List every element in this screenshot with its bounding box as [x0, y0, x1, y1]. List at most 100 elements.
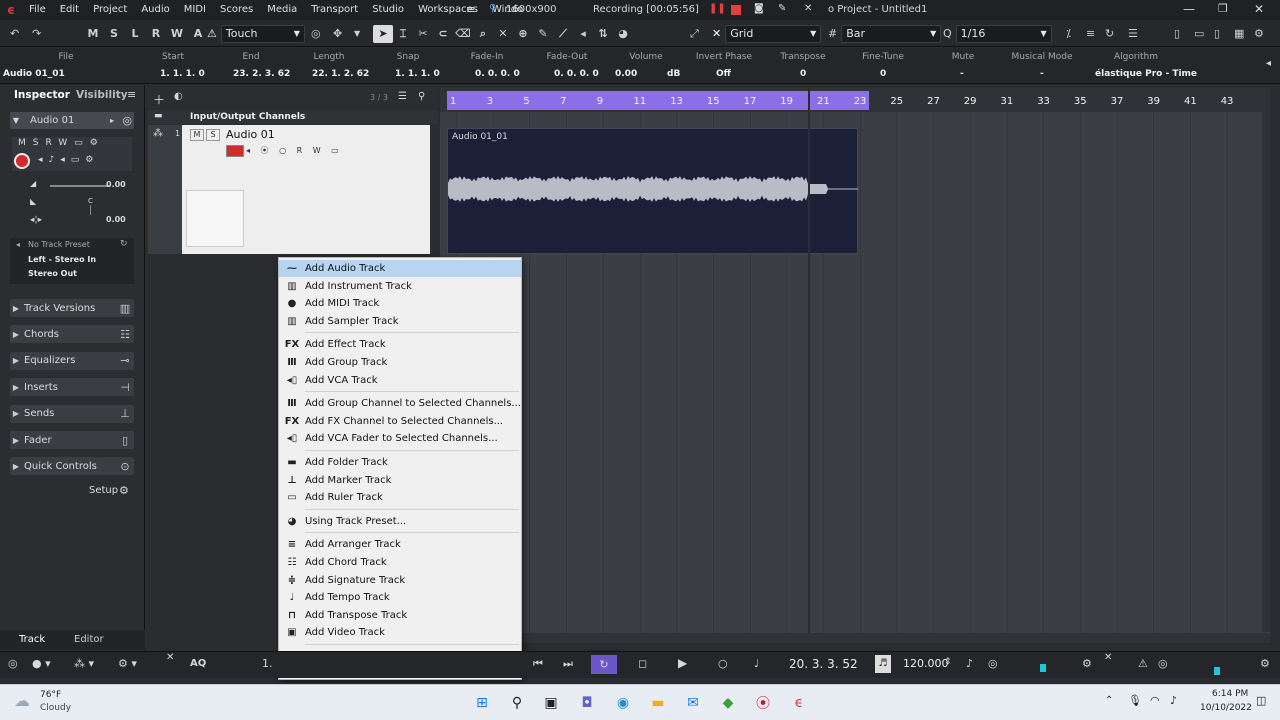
menu-midi[interactable]: MIDI	[177, 0, 213, 20]
info-value[interactable]: 0. 0. 0. 0	[475, 69, 520, 79]
info-field-invert-phase[interactable]: Invert Phase	[684, 48, 764, 64]
routing-input[interactable]: Left - Stereo In	[28, 255, 96, 264]
mute-button[interactable]: M	[190, 129, 204, 141]
search-icon[interactable]: ⚲	[507, 693, 527, 713]
stop-icon[interactable]: ◻	[638, 657, 647, 670]
info-value[interactable]: 0	[800, 69, 806, 79]
tray-chevron-icon[interactable]: ⌃	[1105, 695, 1113, 706]
draw-tool-icon[interactable]: ✎	[533, 25, 553, 43]
volume-tray-icon[interactable]: ♪	[1170, 694, 1177, 707]
menu-item-using-track-preset[interactable]: ◕ Using Track Preset...	[279, 513, 521, 530]
settings-gear-icon[interactable]: ⚙	[1254, 24, 1264, 43]
info-value[interactable]: dB	[667, 69, 680, 79]
edit-icon[interactable]: ◎	[1158, 657, 1168, 670]
tempo-display[interactable]: 120.000	[903, 657, 949, 670]
inspector-section-quick-controls[interactable]: ▶ Quick Controls ⊙	[10, 457, 134, 476]
info-value[interactable]: 0.00	[615, 69, 637, 79]
zoom-tool-icon[interactable]: ⌕	[473, 25, 493, 43]
color-tool-icon[interactable]: ◕	[613, 25, 633, 43]
comp-tool-icon[interactable]: ⇅	[593, 25, 613, 43]
weather-temp[interactable]: 76°F	[40, 690, 61, 700]
tab-track[interactable]: Track	[19, 634, 45, 645]
menu-item-add-marker-track[interactable]: ⊥ Add Marker Track	[279, 472, 521, 489]
inspector-section-inserts[interactable]: ▶ Inserts ⊣	[10, 378, 134, 397]
record-arm-button[interactable]	[14, 153, 30, 169]
tab-inspector[interactable]: Inspector	[10, 87, 74, 104]
menu-item-add-signature-track[interactable]: ≑ Add Signature Track	[279, 572, 521, 589]
weather-icon[interactable]: ☁	[14, 691, 30, 710]
track-list-menu-icon[interactable]: ☰	[398, 91, 407, 102]
info-field-musical-mode[interactable]: Musical Mode	[1002, 48, 1082, 64]
menu-item-add-group-track[interactable]: Ⅲ Add Group Track	[279, 354, 521, 371]
info-field-snap[interactable]: Snap	[368, 48, 448, 64]
erase-tool-icon[interactable]: ⌫	[453, 25, 473, 43]
track-record-button[interactable]	[226, 145, 244, 157]
track-name[interactable]: Audio 01	[226, 128, 275, 141]
microphone-icon[interactable]: 🎙	[1128, 694, 1142, 707]
track-preset-label[interactable]: No Track Preset	[28, 240, 90, 249]
track-search-icon[interactable]: ⚲	[418, 91, 425, 102]
mail-icon[interactable]: ✉	[683, 693, 703, 713]
menu-item-add-vca-fader-to-selected-channels[interactable]: ◂▯ Add VCA Fader to Selected Channels...	[279, 430, 521, 447]
info-value[interactable]: 23. 2. 3. 62	[233, 69, 290, 79]
position-display[interactable]: 20. 3. 3. 52	[789, 657, 858, 671]
output-settings-icon[interactable]: ⚙	[1260, 657, 1270, 670]
audio-event[interactable]: Audio 01_01	[447, 128, 858, 254]
play-tool-icon[interactable]: ◂	[573, 25, 593, 43]
right-zone-icon[interactable]: ▯	[1214, 24, 1220, 43]
info-value[interactable]: 0	[880, 69, 886, 79]
ruler[interactable]: 1 3 5 7 9 11 13 15 17 19 21 23 25 27 29 31 33 35 37 39 41 43	[440, 88, 1270, 112]
rewind-icon[interactable]: ⏮	[533, 657, 543, 671]
time-warp-icon[interactable]: ⊕	[513, 25, 533, 43]
pen-icon[interactable]: ✎	[778, 3, 786, 14]
camera-icon[interactable]: ◙	[754, 3, 764, 14]
automation-mode-select[interactable]: ⚠ Touch ▼	[207, 24, 305, 43]
infoline-scroll-icon[interactable]: ◂	[1266, 58, 1271, 69]
hamburger-icon[interactable]: ≡	[466, 3, 475, 16]
glue-tool-icon[interactable]: ⊂	[433, 25, 453, 43]
task-view-icon[interactable]: ▣	[541, 693, 561, 713]
menu-item-add-instrument-track[interactable]: ▥ Add Instrument Track	[279, 278, 521, 295]
info-field-length[interactable]: Length	[289, 48, 369, 64]
transport-settings-icon[interactable]: ⚙	[1082, 657, 1092, 670]
info-value[interactable]: élastique Pro - Time	[1095, 69, 1197, 79]
track-filter-icon[interactable]: ◐	[174, 91, 183, 102]
menu-item-add-sampler-track[interactable]: ▥ Add Sampler Track	[279, 313, 521, 330]
menu-item-add-chord-track[interactable]: ☷ Add Chord Track	[279, 554, 521, 571]
info-value[interactable]: Off	[716, 69, 731, 79]
audio-track-row[interactable]: 1 M S Audio 01 ◂ ⦿ ○ R W ▭	[175, 125, 430, 254]
info-value[interactable]: -	[1040, 69, 1044, 79]
record-mode-icon[interactable]: ◎	[8, 657, 18, 670]
tab-editor[interactable]: Editor	[74, 634, 104, 645]
inspector-buttons-row2[interactable]: ◂♪◂▭⚙	[38, 155, 99, 165]
setup-label[interactable]: Setup	[89, 485, 118, 496]
minimize-icon[interactable]: —	[1183, 2, 1195, 16]
inspector-section-track-versions[interactable]: ▶ Track Versions ▥	[10, 299, 134, 317]
app-green-icon[interactable]: ◆	[718, 693, 738, 713]
constrain-icon[interactable]: ◎	[311, 24, 321, 43]
edge-icon[interactable]: ◉	[613, 693, 633, 713]
info-value[interactable]: 1. 1. 1. 0	[160, 69, 205, 79]
menu-item-add-video-track[interactable]: ▣ Add Video Track	[279, 624, 521, 641]
arrow-tool-icon[interactable]: ➤	[373, 24, 393, 43]
autoscroll-icon[interactable]: ⤢	[690, 24, 699, 43]
record-icon[interactable]: ○	[718, 657, 728, 670]
mode-button-m[interactable]: M	[84, 25, 102, 43]
menu-item-add-tempo-track[interactable]: ♩ Add Tempo Track	[279, 589, 521, 606]
add-track-icon[interactable]: ＋	[153, 91, 165, 108]
info-field-mute[interactable]: Mute	[923, 48, 1003, 64]
move-icon[interactable]: ✥	[333, 24, 342, 43]
info-value[interactable]: Audio 01_01	[3, 69, 65, 79]
routing-output[interactable]: Stereo Out	[28, 269, 77, 278]
cubase-taskbar-icon[interactable]: ϵ	[789, 693, 809, 713]
sync-icon[interactable]: ◎	[988, 657, 998, 670]
grid-select[interactable]: # Bar ▼	[828, 24, 942, 43]
info-value[interactable]: -	[960, 69, 964, 79]
menu-item-add-audio-track[interactable]: ⁓ Add Audio Track	[279, 260, 521, 277]
close-transport-icon[interactable]: ✕	[166, 652, 174, 663]
pin-icon[interactable]: ⚲	[489, 3, 496, 14]
undo-icon[interactable]: ↶	[10, 24, 19, 43]
notification-icon[interactable]: ◫	[1256, 694, 1266, 707]
reload-preset-icon[interactable]: ↻	[120, 239, 128, 249]
clock-time[interactable]: 6:14 PM	[1212, 689, 1248, 699]
